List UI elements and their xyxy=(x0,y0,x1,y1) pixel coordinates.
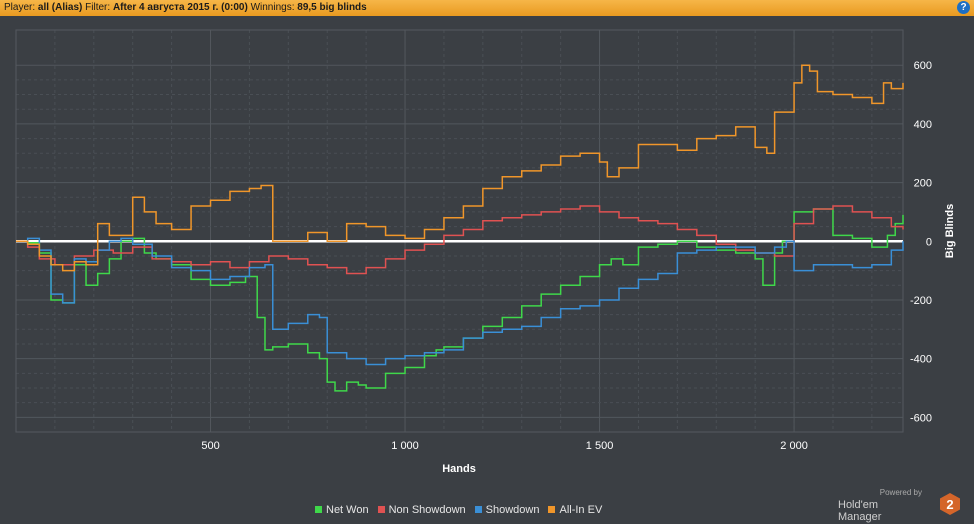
filter-value: After 4 августа 2015 г. (0:00) xyxy=(112,2,248,13)
x-tick-label: 1 500 xyxy=(586,440,614,452)
logo-text: 2 xyxy=(946,497,953,512)
legend-label: Net Won xyxy=(326,504,369,516)
legend-item-non-showdown[interactable]: Non Showdown xyxy=(377,504,466,516)
brand-name: Hold'em Manager xyxy=(838,499,882,523)
y-tick-label: -400 xyxy=(910,354,932,366)
chart-header-bar: Player: all (Alias) Filter: After 4 авгу… xyxy=(0,0,974,16)
help-icon[interactable]: ? xyxy=(957,1,970,14)
y-tick-label: 400 xyxy=(914,119,932,131)
winnings-value: 89,5 big blinds xyxy=(297,2,367,13)
y-tick-label: 0 xyxy=(926,236,932,248)
legend-swatch xyxy=(377,506,385,513)
y-tick-label: -200 xyxy=(910,295,932,307)
legend-swatch xyxy=(315,506,322,513)
y-tick-labels: 600 400 200 0 -200 -400 -600 xyxy=(910,60,932,424)
legend-label: Showdown xyxy=(485,504,540,516)
player-value: all (Alias) xyxy=(37,2,83,13)
powered-by-text: Powered by xyxy=(879,488,922,497)
plot-background xyxy=(16,30,903,432)
x-axis-label: Hands xyxy=(442,463,476,475)
legend-swatch xyxy=(474,506,482,513)
legend-label: All-In EV xyxy=(559,504,603,516)
x-tick-labels: 500 1 000 1 500 2 000 xyxy=(201,440,807,452)
hm2-logo-icon: 2 xyxy=(940,493,960,515)
legend-label: Non Showdown xyxy=(388,504,466,516)
y-tick-label: 600 xyxy=(914,60,932,72)
winnings-graph: 500 1 000 1 500 2 000 600 400 200 0 -200 -400 -60… xyxy=(15,29,956,475)
y-tick-label: -600 xyxy=(910,412,932,424)
legend-item-all-in-ev[interactable]: All-In EV xyxy=(548,504,602,516)
player-label: Player: xyxy=(4,2,36,13)
winnings-label: Winnings: xyxy=(250,2,295,13)
chart-legend: Net Won Non Showdown Showdown All-In EV xyxy=(315,504,611,516)
y-axis-label: Big Blinds xyxy=(944,204,956,258)
legend-item-net-won[interactable]: Net Won xyxy=(315,504,369,516)
x-tick-label: 1 000 xyxy=(391,440,419,452)
x-tick-label: 500 xyxy=(201,440,219,452)
legend-item-showdown[interactable]: Showdown xyxy=(474,504,540,516)
brand-watermark: Powered by Hold'em Manager 2 xyxy=(838,488,962,523)
filter-label: Filter: xyxy=(85,2,111,13)
x-tick-label: 2 000 xyxy=(780,440,808,452)
y-tick-label: 200 xyxy=(914,178,932,190)
legend-swatch xyxy=(548,506,556,513)
